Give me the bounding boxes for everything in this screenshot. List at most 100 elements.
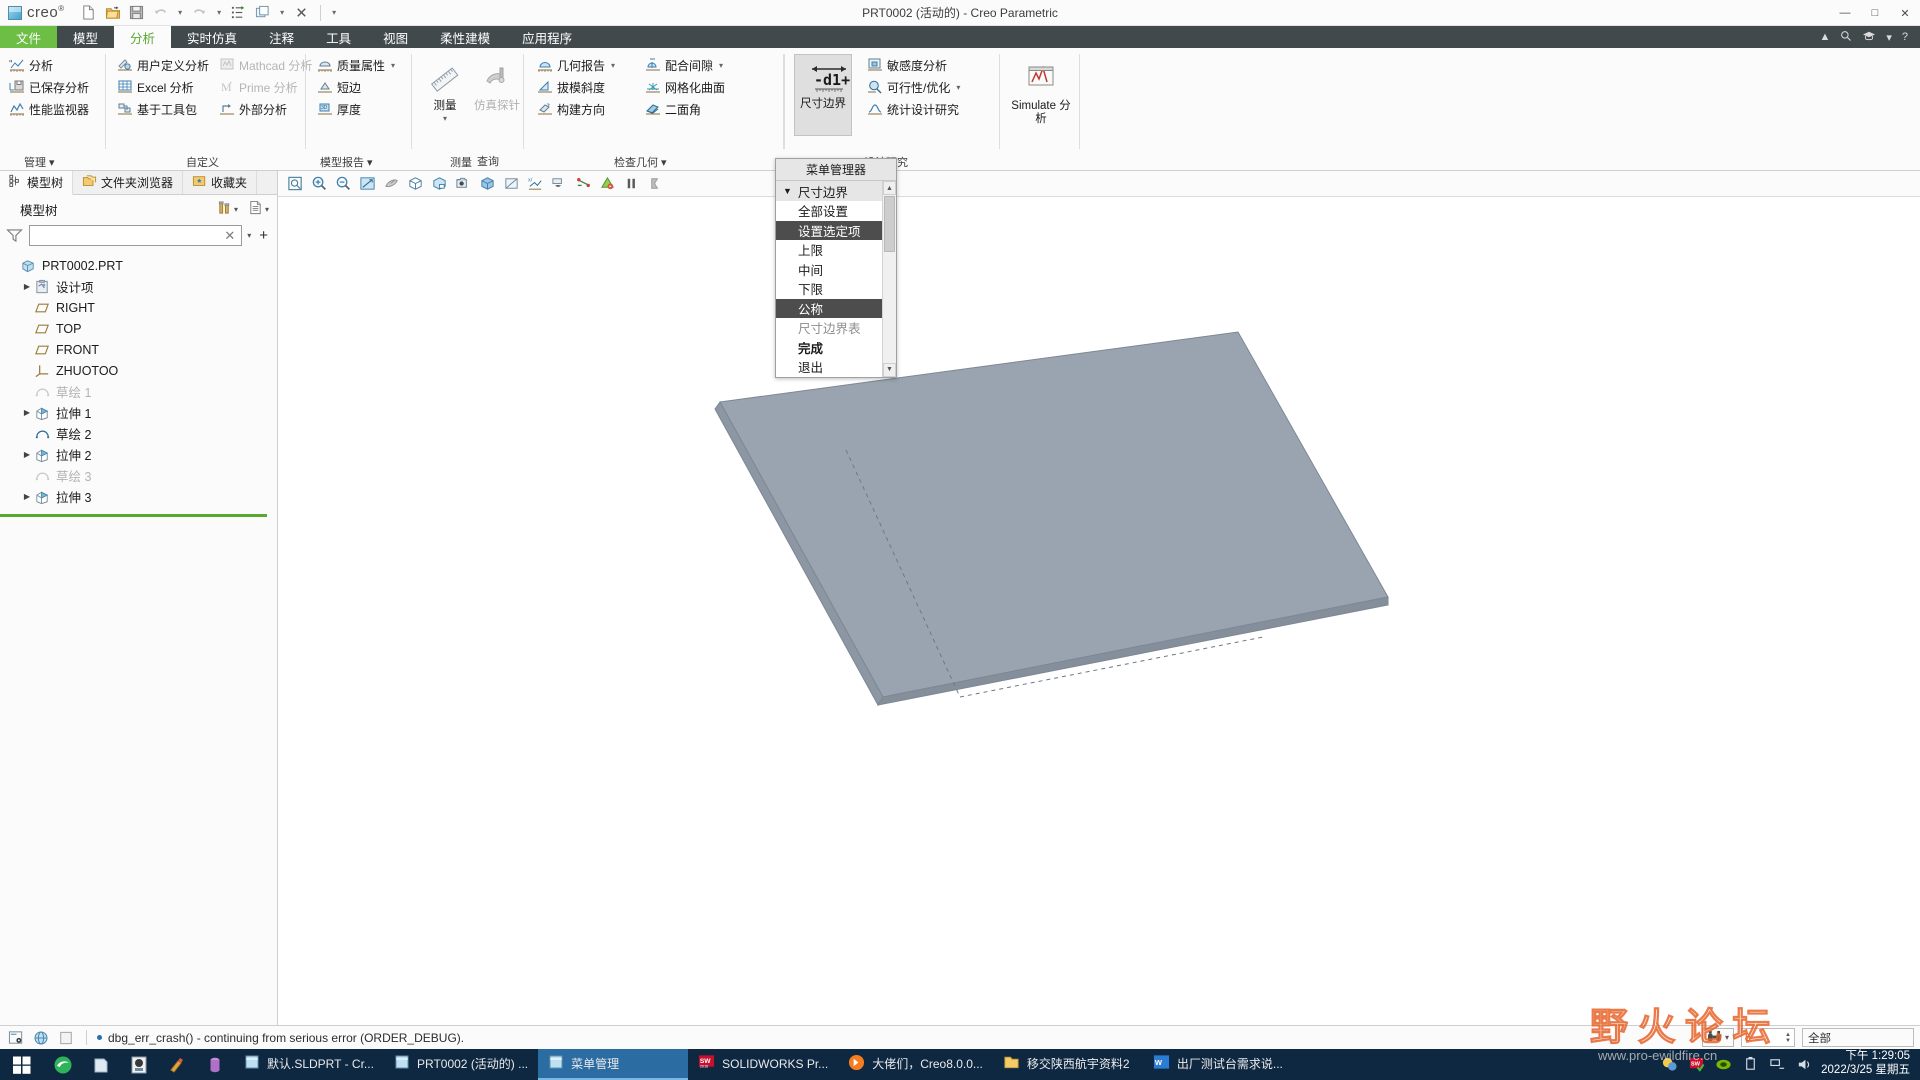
solidworks-tray-icon[interactable]: SW — [1687, 1056, 1705, 1074]
tree-expander[interactable]: ▶ — [20, 408, 34, 417]
search-icon[interactable] — [1840, 30, 1852, 45]
close-window-icon[interactable] — [292, 3, 312, 23]
redo-icon[interactable] — [190, 3, 210, 23]
menu-item-set-all[interactable]: 全部设置 — [776, 201, 882, 221]
add-filter-icon[interactable]: + — [256, 227, 271, 244]
scrollbar-thumb[interactable] — [884, 196, 895, 252]
ribbon-big-dimension-bound[interactable]: -d1+ 尺寸边界 — [794, 54, 852, 136]
ribbon-item-toolkit-analysis[interactable]: 基于工具包 — [112, 98, 214, 120]
redo-dropdown-caret[interactable]: ▾ — [214, 8, 225, 17]
scene-icon[interactable] — [452, 173, 475, 195]
ribbon-group-model-report-label[interactable]: 模型报告 ▾ — [320, 154, 373, 170]
menu-item-dimension-bound-table[interactable]: 尺寸边界表 — [776, 318, 882, 338]
menu-item-lower-limit[interactable]: 下限 — [776, 279, 882, 299]
new-file-icon[interactable] — [79, 3, 99, 23]
model-info-icon[interactable] — [6, 1029, 26, 1047]
menu-item-quit[interactable]: 退出 — [776, 357, 882, 377]
menu-manager-scrollbar[interactable]: ▲ ▼ — [882, 181, 896, 377]
menu-item-set-selected[interactable]: 设置选定项 — [776, 220, 882, 240]
tab-live-simulation[interactable]: 实时仿真 — [171, 26, 253, 48]
tree-expander[interactable]: ▶ — [20, 282, 34, 291]
tab-tools[interactable]: 工具 — [310, 26, 367, 48]
regenerate-icon[interactable] — [229, 3, 249, 23]
open-file-icon[interactable] — [103, 3, 123, 23]
window-icon[interactable] — [253, 3, 273, 23]
refit-icon[interactable] — [356, 173, 379, 195]
windows-start-icon[interactable] — [0, 1049, 44, 1080]
tree-item-design-items[interactable]: ▶ 设计项 — [0, 276, 277, 297]
tab-analysis[interactable]: 分析 — [114, 26, 172, 48]
network-icon[interactable] — [1768, 1056, 1786, 1074]
tab-annotate[interactable]: 注释 — [253, 26, 310, 48]
paint-icon[interactable] — [158, 1049, 196, 1080]
spinner-arrows[interactable]: ▲ ▼ — [1785, 1032, 1791, 1044]
tab-view[interactable]: 视图 — [367, 26, 424, 48]
tree-item-coordinate-system[interactable]: ZHUOTOO — [0, 360, 277, 381]
ribbon-group-inspect-sublabel[interactable]: 检查几何 ▾ — [614, 154, 667, 170]
volume-icon[interactable] — [1795, 1056, 1813, 1074]
tree-item-sketch-3[interactable]: 草绘 3 — [0, 465, 277, 486]
menu-item-upper-limit[interactable]: 上限 — [776, 240, 882, 260]
tab-folder-browser[interactable]: 文件夹浏览器 — [73, 171, 184, 194]
help-dropdown-caret[interactable]: ▾ — [1886, 31, 1892, 44]
chevron-down-icon[interactable]: ▾ — [234, 205, 238, 214]
ribbon-item-sensitivity-analysis[interactable]: 敏感度分析 — [862, 54, 965, 76]
datum-display-icon[interactable]: x/ — [524, 173, 547, 195]
appearance-icon[interactable] — [596, 173, 619, 195]
tree-item-sketch-2[interactable]: 草绘 2 — [0, 423, 277, 444]
blank-page-icon[interactable] — [56, 1029, 76, 1047]
tree-expander[interactable]: ▶ — [20, 492, 34, 501]
taskbar-window-menu-manager[interactable]: 菜单管理 — [538, 1049, 689, 1080]
ribbon-item-analysis[interactable]: ײ 分析 — [4, 54, 94, 76]
ribbon-item-statistical-design[interactable]: 统计设计研究 — [862, 98, 965, 120]
annotation-display-icon[interactable] — [548, 173, 571, 195]
help-grad-icon[interactable] — [1862, 30, 1876, 45]
usb-icon[interactable] — [1741, 1056, 1759, 1074]
ribbon-item-mesh-surface[interactable]: 网格化曲面 — [640, 76, 730, 98]
saved-views-icon[interactable] — [404, 173, 427, 195]
stop-icon[interactable] — [644, 173, 667, 195]
ribbon-item-feasibility-optimize[interactable]: 可行性/优化 ▾ — [862, 76, 965, 98]
ribbon-big-simulate[interactable]: Simulate 分析 — [1010, 56, 1072, 127]
pause-icon[interactable] — [620, 173, 643, 195]
chevron-down-icon[interactable]: ▾ — [391, 61, 395, 70]
scroll-up-icon[interactable]: ▲ — [883, 181, 896, 195]
maximize-button[interactable]: □ — [1860, 0, 1890, 26]
taskbar-window-sldprt[interactable]: 默认.SLDPRT - Cr... — [234, 1049, 384, 1080]
clear-icon[interactable]: ✕ — [222, 228, 237, 244]
ribbon-item-fit-clearance[interactable]: 配合间隙 ▾ — [640, 54, 730, 76]
filter-icon[interactable] — [6, 228, 24, 244]
menu-manager-section-header[interactable]: ▼ 尺寸边界 — [776, 181, 882, 201]
menu-item-nominal[interactable]: 公称 — [776, 298, 882, 318]
spinner-field[interactable]: 5 ▲ ▼ — [1741, 1028, 1795, 1047]
tab-file[interactable]: 文件 — [0, 26, 58, 48]
ribbon-item-short-edge[interactable]: 短边 — [312, 76, 400, 98]
tree-item-top-plane[interactable]: TOP — [0, 318, 277, 339]
ribbon-item-excel-analysis[interactable]: Excel 分析 — [112, 76, 214, 98]
tree-item-part[interactable]: PRT0002.PRT — [0, 255, 277, 276]
menu-manager-dialog[interactable]: 菜单管理器 ▼ 尺寸边界 全部设置 设置选定项 上限 中间 下限 公称 尺寸边界… — [775, 158, 897, 378]
view-manager-icon[interactable] — [428, 173, 451, 195]
spin-center-icon[interactable] — [572, 173, 595, 195]
chevron-down-icon[interactable]: ▾ — [611, 61, 615, 70]
model-viewport[interactable] — [278, 197, 1920, 1025]
tree-expander[interactable]: ▶ — [20, 450, 34, 459]
ribbon-item-build-direction[interactable]: 构建方向 — [532, 98, 620, 120]
tab-model-tree[interactable]: 模型树 — [0, 171, 74, 195]
perspective-icon[interactable] — [500, 173, 523, 195]
chevron-down-icon[interactable]: ▾ — [956, 83, 960, 92]
undo-icon[interactable] — [151, 3, 171, 23]
collapse-ribbon-icon[interactable]: ▲ — [1819, 31, 1830, 43]
nvidia-icon[interactable] — [1714, 1056, 1732, 1074]
app-icon-4[interactable] — [120, 1049, 158, 1080]
menu-item-middle[interactable]: 中间 — [776, 259, 882, 279]
qat-overflow-caret[interactable]: ▾ — [329, 8, 340, 17]
search-input[interactable] — [34, 228, 223, 243]
globe-icon[interactable] — [31, 1029, 51, 1047]
search-tool-button[interactable]: ▾ — [1701, 1028, 1734, 1047]
ribbon-item-mass-properties[interactable]: 质量属性 ▾ — [312, 54, 400, 76]
zoom-out-icon[interactable] — [332, 173, 355, 195]
orient-icon[interactable] — [380, 173, 403, 195]
selection-filter-dropdown[interactable]: 全部 — [1802, 1028, 1914, 1047]
purple-app-icon[interactable] — [196, 1049, 234, 1080]
